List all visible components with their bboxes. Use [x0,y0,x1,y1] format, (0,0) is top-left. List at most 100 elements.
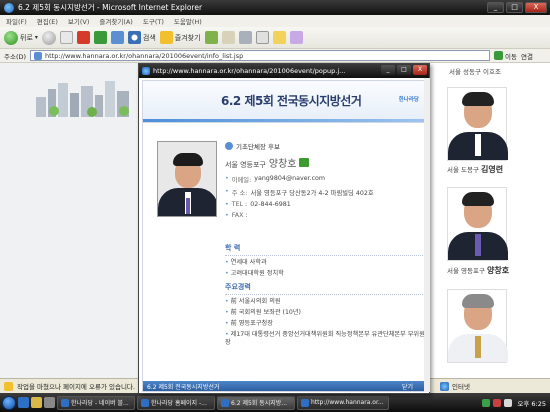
candidate-photo [157,141,217,217]
candidate-card[interactable] [447,187,508,261]
search-button[interactable]: 검색 [127,31,156,44]
address-field: • 주 소: 서울 영등포구 당산동2가 4-2 마림빌딩 402호 [225,188,374,197]
back-button[interactable]: 뒤로 ▾ [4,30,38,45]
window-title: 6.2 제5회 동시지방선거 - Microsoft Internet Expl… [18,3,203,12]
forward-button[interactable] [41,30,56,45]
popup-close-button[interactable]: X [413,65,427,75]
menu-bar: 파일(F) 편집(E) 보기(V) 즐겨찾기(A) 도구(T) 도움말(H) [0,15,550,27]
sidebar-caption: 서울 성동구 이호조 [449,68,501,76]
career-heading: 주요경력 [225,283,251,291]
menu-help[interactable]: 도움말(H) [174,16,202,26]
ie-quicklaunch-icon[interactable] [18,397,29,408]
folder-quicklaunch-icon[interactable] [31,397,42,408]
candidate-card[interactable] [447,289,508,363]
page-icon[interactable] [59,31,73,44]
menu-favorites[interactable]: 즐겨찾기(A) [99,16,132,26]
ie-icon [61,398,69,407]
window-controls: _ □ X [487,2,547,13]
folder-icon[interactable] [272,31,286,44]
popup-header: 6.2 제5회 전국동시지방선거 한나라당 [143,81,425,123]
candidate-caption: 서울 도봉구 김영련 [447,165,504,174]
email-field: • 이메일: yang9804@naver.com [225,175,326,184]
stop-icon[interactable] [76,31,90,44]
address-input[interactable]: http://www.hannara.or.kr/ohannara/201006… [30,50,491,61]
warning-icon[interactable] [4,381,13,391]
title-bar: 6.2 제5회 동시지방선거 - Microsoft Internet Expl… [0,0,550,15]
popup-window-controls: _ □ X [381,65,427,75]
refresh-icon[interactable] [93,31,107,44]
candidate-name-row: 서울 영등포구 양창호 [225,155,425,170]
history-icon[interactable] [204,31,218,44]
close-link[interactable]: 닫기 [402,382,413,391]
email-value[interactable]: yang9804@naver.com [254,175,325,184]
tray-icon[interactable] [493,398,501,407]
list-item: • 前 국회의원 보좌관 (10년) [225,309,301,316]
taskbar: 한나라당 - 네이버 블... 한나라당 홈페이지 -... 6.2 제5회 동… [0,393,550,412]
ie-icon [141,398,149,407]
education-heading: 학 력 [225,244,241,252]
education-section: 학 력 • 연세대 사학과 • 고려대대학원 정치학 [225,243,425,281]
desktop-quicklaunch-icon[interactable] [44,397,55,408]
taskbar-item[interactable]: 한나라당 - 네이버 블... [57,395,135,410]
tel-field: • TEL : 02-844-6981 [225,201,291,208]
back-arrow-icon [4,30,18,45]
go-arrow-icon [494,51,504,60]
toolbar: 뒤로 ▾ 검색 즐겨찾기 [0,27,550,49]
candidate-card[interactable] [447,87,508,161]
candidate-caption: 서울 영등포구 양창호 [447,266,510,275]
print-icon[interactable] [238,31,252,44]
taskbar-item[interactable]: http://www.hannara.or... [297,395,389,410]
go-button[interactable]: 이동 [494,51,517,61]
ie-logo-icon [4,2,14,13]
ie-logo-icon [142,67,150,75]
browser-window: 6.2 제5회 동시지방선거 - Microsoft Internet Expl… [0,0,550,412]
footer-text: 6.2 제5회 전국동시지방선거 [147,383,220,391]
menu-tools[interactable]: 도구(T) [143,16,164,26]
menu-view[interactable]: 보기(V) [68,16,89,26]
maximize-button[interactable]: □ [506,2,523,13]
tray-icon[interactable] [482,398,490,407]
messenger-icon[interactable] [289,31,303,44]
popup-footer: 6.2 제5회 전국동시지방선거 닫기 [143,381,425,391]
volume-icon[interactable] [504,398,512,407]
system-tray [482,398,512,407]
candidate-sidebar: 서울 성동구 이호조 서울 도봉구 김영련 서울 영등포구 양창호 [431,63,550,378]
start-button[interactable] [2,395,16,410]
popup-maximize-button[interactable]: □ [397,65,411,75]
links-button[interactable]: 연결 [521,51,533,61]
menu-edit[interactable]: 편집(E) [37,16,58,26]
list-item: • 제17대 대통령선거 중앙선거대책위원회 직능정책본부 유관단체본부 부위원… [225,331,425,346]
home-icon[interactable] [110,31,124,44]
minimize-button[interactable]: _ [487,2,504,13]
popup-window: http://www.hannara.or.kr/ohannara/201006… [138,63,430,394]
favorites-button[interactable]: 즐겨찾기 [159,31,201,44]
popup-scrollbar[interactable] [424,78,430,392]
menu-file[interactable]: 파일(F) [6,16,27,26]
edit-icon[interactable] [255,31,269,44]
popup-minimize-button[interactable]: _ [381,65,395,75]
candidate-name: 양창호 [268,159,297,170]
candidate-info: 기초단체장 후보 서울 영등포구 양창호 • 이메일: yang9804@nav… [225,141,425,223]
status-text: 작업을 마쳤으나 페이지에 오류가 있습니다. [17,383,135,391]
chevron-down-icon: ▾ [34,34,38,41]
taskbar-item[interactable]: 6.2 제5회 동시지방... [217,395,295,410]
candidate-category: 기초단체장 후보 [225,141,425,151]
mail-icon[interactable] [221,31,235,44]
address-label: 주소(D) [4,52,27,61]
close-button[interactable]: X [525,2,547,13]
election-title: 6.2 제5회 전국동시지방선거 [221,94,362,108]
cityscape-image [36,81,129,117]
list-item: • 前 서울시의회 의원 [225,298,281,305]
address-bar: 주소(D) http://www.hannara.or.kr/ohannara/… [0,49,550,63]
homepage-icon[interactable] [299,158,310,167]
fax-field: • FAX : [225,212,248,219]
list-item: • 前 영등포구청장 [225,320,273,327]
party-logo: 한나라당 [398,97,419,103]
list-item: • 연세대 사학과 [225,259,267,266]
taskbar-item[interactable]: 한나라당 홈페이지 -... [137,395,215,410]
clock: 오후 6:25 [517,399,546,408]
popup-title-bar: http://www.hannara.or.kr/ohannara/201006… [139,64,429,78]
page-icon [34,51,43,60]
list-item: • 고려대대학원 정치학 [225,270,284,277]
search-icon [127,31,141,44]
